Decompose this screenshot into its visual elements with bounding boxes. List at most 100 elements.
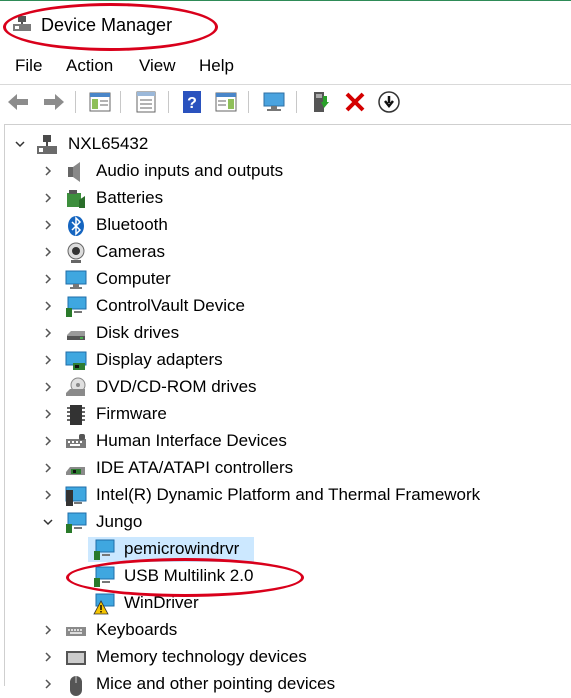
tree-item-label: USB Multilink 2.0 <box>124 566 254 585</box>
chevron-right-icon[interactable] <box>41 623 55 637</box>
tree-item-display-adapters[interactable]: Display adapters <box>5 347 565 374</box>
tree-item-intel-dptf[interactable]: Intel(R) Dynamic Platform and Thermal Fr… <box>5 482 565 509</box>
tree-item-label: ControlVault Device <box>96 296 245 315</box>
scan-hardware-changes-icon[interactable] <box>262 90 286 114</box>
show-hide-console-tree-icon[interactable] <box>88 90 112 114</box>
chevron-right-icon[interactable] <box>41 353 55 367</box>
toolbar-separator <box>168 91 169 113</box>
tree-item-label: Display adapters <box>96 350 223 369</box>
tree-item-hid[interactable]: Human Interface Devices <box>5 428 565 455</box>
svg-text:?: ? <box>187 95 197 112</box>
firmware-chip-icon <box>67 405 85 425</box>
tree-item-batteries[interactable]: Batteries <box>5 185 565 212</box>
tree-item-usb-multilink[interactable]: USB Multilink 2.0 <box>5 563 565 590</box>
toolbar-separator <box>248 91 249 113</box>
chevron-down-icon[interactable] <box>13 137 27 151</box>
tree-root-label: NXL65432 <box>68 134 149 153</box>
tree-item-label: Firmware <box>96 404 167 423</box>
chevron-right-icon[interactable] <box>41 326 55 340</box>
device-manager-icon <box>13 16 31 31</box>
battery-icon <box>67 190 85 208</box>
tree-item-computer[interactable]: Computer <box>5 266 565 293</box>
menu-file[interactable]: File <box>15 56 42 76</box>
uninstall-device-icon[interactable] <box>343 90 367 114</box>
tree-item-label: DVD/CD-ROM drives <box>96 377 257 396</box>
hid-icon <box>66 434 86 448</box>
tree-item-cameras[interactable]: Cameras <box>5 239 565 266</box>
toolbar-separator <box>75 91 76 113</box>
tree-item-disk-drives[interactable]: Disk drives <box>5 320 565 347</box>
tree-item-ide[interactable]: IDE ATA/ATAPI controllers <box>5 455 565 482</box>
memory-icon <box>66 651 86 665</box>
chevron-right-icon[interactable] <box>41 380 55 394</box>
toolbar-separator <box>120 91 121 113</box>
network-monitor-icon <box>94 566 115 587</box>
tree-item-label: Computer <box>96 269 171 288</box>
tree-item-windriver[interactable]: WinDriver <box>5 590 565 617</box>
tree-item-dvd[interactable]: DVD/CD-ROM drives <box>5 374 565 401</box>
toolbar: ? <box>0 84 571 119</box>
chevron-right-icon[interactable] <box>41 677 55 691</box>
system-device-icon <box>65 486 87 506</box>
toolbar-separator <box>296 91 297 113</box>
network-monitor-icon <box>94 539 115 560</box>
chevron-right-icon[interactable] <box>41 434 55 448</box>
menu-help[interactable]: Help <box>199 56 234 76</box>
chevron-right-icon[interactable] <box>41 650 55 664</box>
network-monitor-icon <box>66 296 87 317</box>
tree-item-label: Keyboards <box>96 620 178 639</box>
speaker-icon <box>68 162 80 182</box>
chevron-right-icon[interactable] <box>41 245 55 259</box>
chevron-right-icon[interactable] <box>41 164 55 178</box>
optical-drive-icon <box>66 377 86 396</box>
properties-icon[interactable] <box>134 90 158 114</box>
tree-item-label: Audio inputs and outputs <box>96 161 284 180</box>
action-pane-icon[interactable] <box>214 90 238 114</box>
tree-item-label: Intel(R) Dynamic Platform and Thermal Fr… <box>96 485 481 504</box>
forward-arrow-icon[interactable] <box>42 90 66 114</box>
tree-item-label: pemicrowindrvr <box>124 539 240 558</box>
tree-root[interactable]: NXL65432 <box>5 131 565 158</box>
mouse-icon <box>70 676 82 696</box>
tree-item-label: Human Interface Devices <box>96 431 287 450</box>
bluetooth-icon <box>68 216 84 236</box>
tree-item-label: Jungo <box>96 512 143 531</box>
tree-item-bluetooth[interactable]: Bluetooth <box>5 212 565 239</box>
computer-network-icon <box>37 135 57 154</box>
device-tree: NXL65432 Audio inputs and outputs Batter… <box>4 124 571 696</box>
menu-bar: File Action View Help <box>0 50 571 82</box>
tree-item-label: Bluetooth <box>96 215 168 234</box>
chevron-down-icon[interactable] <box>41 515 55 529</box>
chevron-right-icon[interactable] <box>41 488 55 502</box>
chevron-right-icon[interactable] <box>41 191 55 205</box>
monitor-icon <box>65 270 87 289</box>
menu-view[interactable]: View <box>139 56 176 76</box>
warning-device-icon <box>93 593 115 615</box>
tree-item-label: WinDriver <box>124 593 199 612</box>
chevron-right-icon[interactable] <box>41 218 55 232</box>
tree-item-label: Memory technology devices <box>96 647 307 666</box>
tree-item-firmware[interactable]: Firmware <box>5 401 565 428</box>
chevron-right-icon[interactable] <box>41 272 55 286</box>
tree-item-label: Disk drives <box>96 323 180 342</box>
chevron-right-icon[interactable] <box>41 461 55 475</box>
tree-item-memory-tech[interactable]: Memory technology devices <box>5 644 565 671</box>
back-arrow-icon[interactable] <box>6 90 30 114</box>
tree-item-label: IDE ATA/ATAPI controllers <box>96 458 294 477</box>
tree-item-jungo[interactable]: Jungo <box>5 509 565 536</box>
webcam-icon <box>67 242 85 263</box>
disable-device-icon[interactable] <box>377 90 401 114</box>
help-icon[interactable]: ? <box>180 90 204 114</box>
keyboard-icon <box>66 627 86 636</box>
menu-action[interactable]: Action <box>66 56 113 76</box>
tree-item-keyboards[interactable]: Keyboards <box>5 617 565 644</box>
display-adapter-icon <box>65 351 87 370</box>
tree-item-audio[interactable]: Audio inputs and outputs <box>5 158 565 185</box>
title-bar: Device Manager <box>0 1 571 47</box>
chevron-right-icon[interactable] <box>41 299 55 313</box>
tree-item-label: Mice and other pointing devices <box>96 674 336 693</box>
chevron-right-icon[interactable] <box>41 407 55 421</box>
update-driver-icon[interactable] <box>310 90 334 114</box>
tree-item-pemicrowindrvr[interactable]: pemicrowindrvr <box>5 536 565 563</box>
tree-item-controlvault[interactable]: ControlVault Device <box>5 293 565 320</box>
